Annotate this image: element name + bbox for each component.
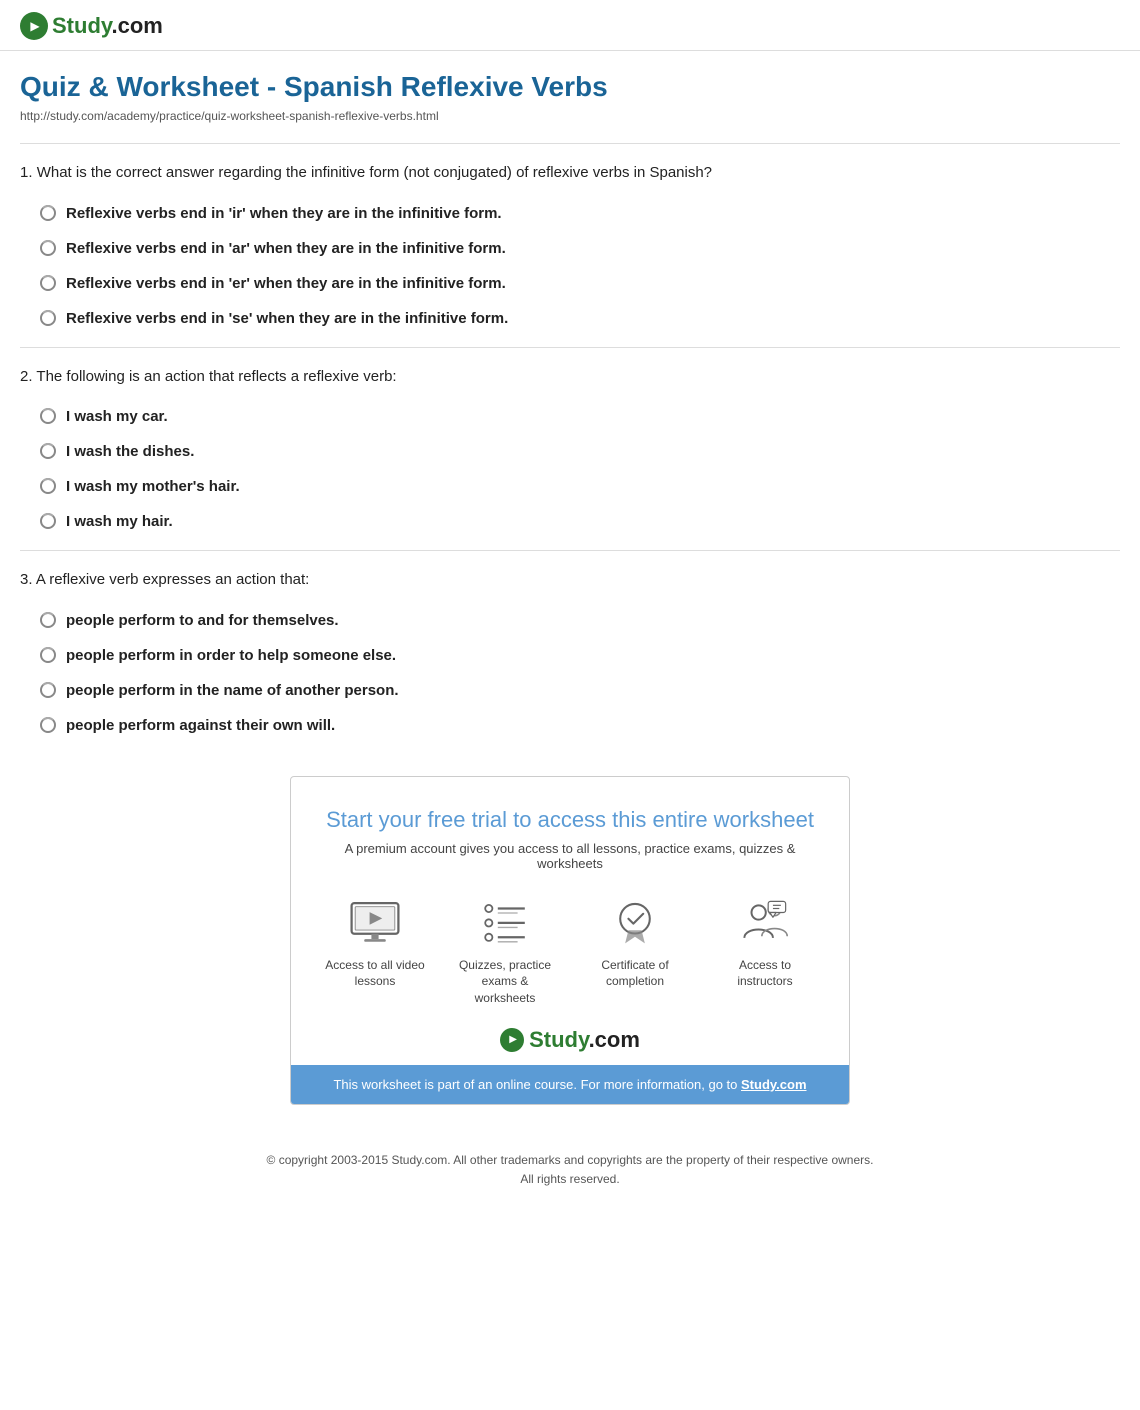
quizzes-icon	[473, 895, 537, 949]
divider-2	[20, 347, 1120, 348]
logo-play-icon	[20, 12, 48, 40]
option-text: Reflexive verbs end in 'se' when they ar…	[66, 308, 508, 329]
radio-icon[interactable]	[40, 647, 56, 663]
option-text: people perform against their own will.	[66, 715, 335, 736]
option-text: I wash the dishes.	[66, 441, 194, 462]
list-item[interactable]: I wash my hair.	[40, 511, 1120, 532]
question-2: 2. The following is an action that refle…	[20, 366, 1120, 533]
radio-icon[interactable]	[40, 612, 56, 628]
option-text: I wash my mother's hair.	[66, 476, 240, 497]
list-item[interactable]: I wash the dishes.	[40, 441, 1120, 462]
cta-logo: Study.com	[321, 1027, 819, 1065]
radio-icon[interactable]	[40, 682, 56, 698]
radio-icon[interactable]	[40, 478, 56, 494]
radio-icon[interactable]	[40, 310, 56, 326]
option-text: I wash my hair.	[66, 511, 173, 532]
video-icon	[343, 895, 407, 949]
option-text: Reflexive verbs end in 'ir' when they ar…	[66, 203, 502, 224]
cta-logo-play-icon	[500, 1028, 524, 1052]
option-text: people perform to and for themselves.	[66, 610, 339, 631]
cta-subtitle: A premium account gives you access to al…	[321, 841, 819, 871]
feature-video: Access to all video lessons	[325, 895, 425, 1007]
feature-certificate-label: Certificate of completion	[585, 957, 685, 991]
divider-3	[20, 550, 1120, 551]
radio-icon[interactable]	[40, 205, 56, 221]
instructors-icon	[733, 895, 797, 949]
list-item[interactable]: Reflexive verbs end in 'ir' when they ar…	[40, 203, 1120, 224]
feature-quizzes-label: Quizzes, practice exams & worksheets	[455, 957, 555, 1007]
list-item[interactable]: I wash my mother's hair.	[40, 476, 1120, 497]
divider-1	[20, 143, 1120, 144]
option-text: Reflexive verbs end in 'ar' when they ar…	[66, 238, 506, 259]
site-logo[interactable]: Study.com	[20, 12, 1120, 40]
main-content: Quiz & Worksheet - Spanish Reflexive Ver…	[0, 51, 1140, 1105]
feature-instructors: Access to instructors	[715, 895, 815, 1007]
site-header: Study.com	[0, 0, 1140, 51]
radio-icon[interactable]	[40, 717, 56, 733]
question-1-options: Reflexive verbs end in 'ir' when they ar…	[40, 203, 1120, 329]
radio-icon[interactable]	[40, 443, 56, 459]
option-text: Reflexive verbs end in 'er' when they ar…	[66, 273, 506, 294]
radio-icon[interactable]	[40, 275, 56, 291]
feature-video-label: Access to all video lessons	[325, 957, 425, 991]
cta-footer-text: This worksheet is part of an online cour…	[333, 1077, 737, 1092]
question-2-body: The following is an action that reflects…	[36, 368, 396, 385]
question-1-text: 1. What is the correct answer regarding …	[20, 162, 1120, 185]
copyright-line2: All rights reserved.	[20, 1170, 1120, 1189]
question-3-options: people perform to and for themselves. pe…	[40, 610, 1120, 736]
question-2-options: I wash my car. I wash the dishes. I wash…	[40, 406, 1120, 532]
list-item[interactable]: Reflexive verbs end in 'er' when they ar…	[40, 273, 1120, 294]
list-item[interactable]: people perform in order to help someone …	[40, 645, 1120, 666]
radio-icon[interactable]	[40, 513, 56, 529]
cta-footer-link[interactable]: Study.com	[741, 1077, 807, 1092]
question-3: 3. A reflexive verb expresses an action …	[20, 569, 1120, 736]
certificate-icon	[603, 895, 667, 949]
list-item[interactable]: people perform to and for themselves.	[40, 610, 1120, 631]
option-text: people perform in the name of another pe…	[66, 680, 399, 701]
question-1-body: What is the correct answer regarding the…	[37, 164, 712, 181]
cta-title: Start your free trial to access this ent…	[321, 807, 819, 833]
feature-instructors-label: Access to instructors	[715, 957, 815, 991]
option-text: people perform in order to help someone …	[66, 645, 396, 666]
copyright: © copyright 2003-2015 Study.com. All oth…	[0, 1135, 1140, 1209]
list-item[interactable]: Reflexive verbs end in 'ar' when they ar…	[40, 238, 1120, 259]
question-3-number: 3	[20, 571, 28, 588]
page-url: http://study.com/academy/practice/quiz-w…	[20, 109, 1120, 123]
cta-features: Access to all video lessons	[321, 895, 819, 1007]
page-title: Quiz & Worksheet - Spanish Reflexive Ver…	[20, 71, 1120, 103]
list-item[interactable]: people perform against their own will.	[40, 715, 1120, 736]
question-1-number: 1	[20, 164, 28, 181]
question-2-number: 2	[20, 368, 28, 385]
list-item[interactable]: people perform in the name of another pe…	[40, 680, 1120, 701]
radio-icon[interactable]	[40, 408, 56, 424]
question-3-body: A reflexive verb expresses an action tha…	[36, 571, 309, 588]
radio-icon[interactable]	[40, 240, 56, 256]
list-item[interactable]: Reflexive verbs end in 'se' when they ar…	[40, 308, 1120, 329]
copyright-line1: © copyright 2003-2015 Study.com. All oth…	[20, 1151, 1120, 1170]
feature-certificate: Certificate of completion	[585, 895, 685, 1007]
feature-quizzes: Quizzes, practice exams & worksheets	[455, 895, 555, 1007]
option-text: I wash my car.	[66, 406, 168, 427]
question-3-text: 3. A reflexive verb expresses an action …	[20, 569, 1120, 592]
list-item[interactable]: I wash my car.	[40, 406, 1120, 427]
cta-logo-text: Study.com	[529, 1027, 640, 1053]
cta-box: Start your free trial to access this ent…	[290, 776, 850, 1105]
question-2-text: 2. The following is an action that refle…	[20, 366, 1120, 389]
cta-footer-bar: This worksheet is part of an online cour…	[291, 1065, 849, 1104]
logo-text: Study.com	[52, 13, 163, 39]
question-1: 1. What is the correct answer regarding …	[20, 162, 1120, 329]
